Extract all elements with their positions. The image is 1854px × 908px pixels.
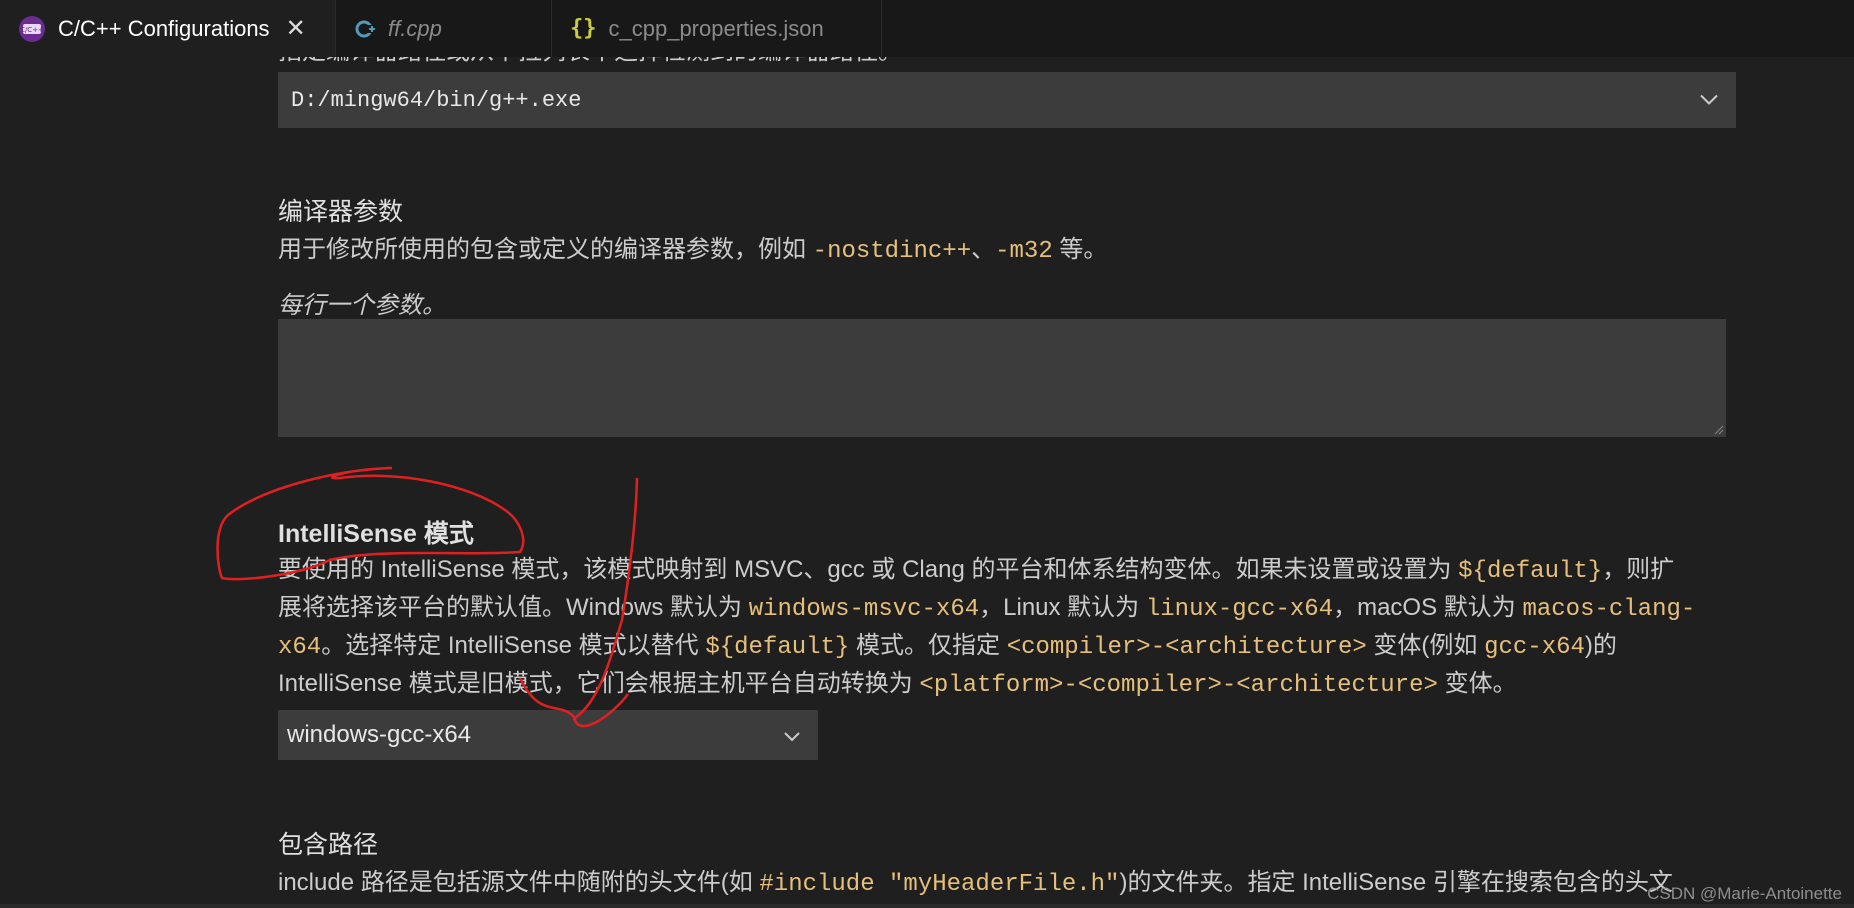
tab-label: C/C++ Configurations <box>58 15 270 41</box>
desc-text: 等。 <box>1052 236 1108 263</box>
watermark: CSDN @Marie-Antoinette <box>1647 884 1842 903</box>
desc-text: 。选择特定 IntelliSense 模式以替代 <box>321 632 706 659</box>
tab-cpp-configurations[interactable]: C/C++ C/C++ Configurations ✕ <box>0 0 336 57</box>
desc-text: ，则扩 <box>1602 556 1675 583</box>
code-snippet: -nostdinc++ <box>812 238 972 265</box>
chevron-down-icon <box>1699 88 1719 113</box>
code-snippet: ${default} <box>705 634 850 661</box>
intellisense-mode-select[interactable]: windows-gcc-x64 <box>278 710 818 760</box>
intellisense-mode-value: windows-gcc-x64 <box>287 721 472 748</box>
include-path-title: 包含路径 <box>278 831 379 859</box>
code-snippet: <compiler>-<architecture> <box>1006 634 1367 661</box>
json-braces-icon: {} <box>570 16 597 41</box>
code-snippet: <platform>-<compiler>-<architecture> <box>919 672 1438 699</box>
compiler-path-description: 指定编译器路径或从下拉列表中选择检测到的编译器路径。 <box>278 57 902 67</box>
code-snippet: -m32 <box>995 238 1053 265</box>
editor-tab-bar: C/C++ C/C++ Configurations ✕ ff.cpp {} c… <box>0 0 1854 57</box>
compiler-args-hint: 每行一个参数。 <box>278 292 446 319</box>
code-snippet: x64 <box>278 634 322 661</box>
intellisense-mode-description: 要使用的 IntelliSense 模式，该模式映射到 MSVC、gcc 或 C… <box>278 552 1748 704</box>
settings-editor: 指定编译器路径或从下拉列表中选择检测到的编译器路径。 D:/mingw64/bi… <box>0 57 1854 908</box>
tab-label: ff.cpp <box>388 15 442 41</box>
include-path-description: include 路径是包括源文件中随附的头文件(如 #include "myHe… <box>278 865 1673 903</box>
desc-text: 模式。仅指定 <box>849 632 1007 659</box>
compiler-path-select[interactable]: D:/mingw64/bin/g++.exe <box>278 72 1736 128</box>
tab-ff-cpp[interactable]: ff.cpp <box>336 0 552 57</box>
code-snippet: windows-msvc-x64 <box>748 596 980 623</box>
compiler-args-title: 编译器参数 <box>278 198 404 226</box>
desc-text: 变体(例如 <box>1366 632 1485 659</box>
compiler-path-value: D:/mingw64/bin/g++.exe <box>291 87 582 113</box>
desc-line: 展将选择该平台的默认值。Windows 默认为 windows-msvc-x64… <box>278 590 1748 628</box>
code-snippet: macos-clang- <box>1522 596 1696 623</box>
desc-text: )的文件夹。指定 IntelliSense 引擎在搜索包含的头文 <box>1119 869 1673 896</box>
desc-text: 用于修改所使用的包含或定义的编译器参数，例如 <box>278 236 813 263</box>
tab-label: c_cpp_properties.json <box>608 15 824 41</box>
bottom-border <box>0 904 1854 908</box>
code-snippet: ${default} <box>1458 558 1603 585</box>
compiler-args-textarea[interactable] <box>278 319 1726 437</box>
desc-line: IntelliSense 模式是旧模式，它们会根据主机平台自动转换为 <plat… <box>278 666 1748 704</box>
code-snippet: linux-gcc-x64 <box>1145 596 1334 623</box>
desc-text: IntelliSense 模式是旧模式，它们会根据主机平台自动转换为 <box>278 670 920 697</box>
desc-text: 要使用的 IntelliSense 模式，该模式映射到 MSVC、gcc 或 C… <box>278 556 1459 583</box>
desc-text: 变体。 <box>1437 670 1517 697</box>
desc-text: include 路径是包括源文件中随附的头文件(如 <box>278 869 760 896</box>
intellisense-mode-title: IntelliSense 模式 <box>278 520 474 548</box>
desc-text: ，Linux 默认为 <box>979 594 1146 621</box>
desc-text: )的 <box>1584 632 1617 659</box>
cpp-extension-icon: C/C++ <box>18 15 46 43</box>
resize-handle-icon[interactable] <box>1712 423 1724 435</box>
svg-text:C/C++: C/C++ <box>20 26 44 34</box>
compiler-args-description: 用于修改所使用的包含或定义的编译器参数，例如 -nostdinc++、-m32 … <box>278 232 1107 270</box>
code-snippet: #include "myHeaderFile.h" <box>759 871 1120 898</box>
desc-text: 展将选择该平台的默认值。Windows 默认为 <box>278 594 749 621</box>
cpp-file-icon <box>354 18 376 40</box>
tab-c-cpp-properties-json[interactable]: {} c_cpp_properties.json <box>552 0 882 57</box>
desc-text: 、 <box>971 236 996 263</box>
code-snippet: gcc-x64 <box>1484 634 1585 661</box>
desc-line: 要使用的 IntelliSense 模式，该模式映射到 MSVC、gcc 或 C… <box>278 552 1748 590</box>
close-tab-icon[interactable]: ✕ <box>286 14 306 43</box>
chevron-down-icon <box>783 721 801 749</box>
desc-text: ，macOS 默认为 <box>1333 594 1523 621</box>
desc-line: x64。选择特定 IntelliSense 模式以替代 ${default} 模… <box>278 628 1748 666</box>
